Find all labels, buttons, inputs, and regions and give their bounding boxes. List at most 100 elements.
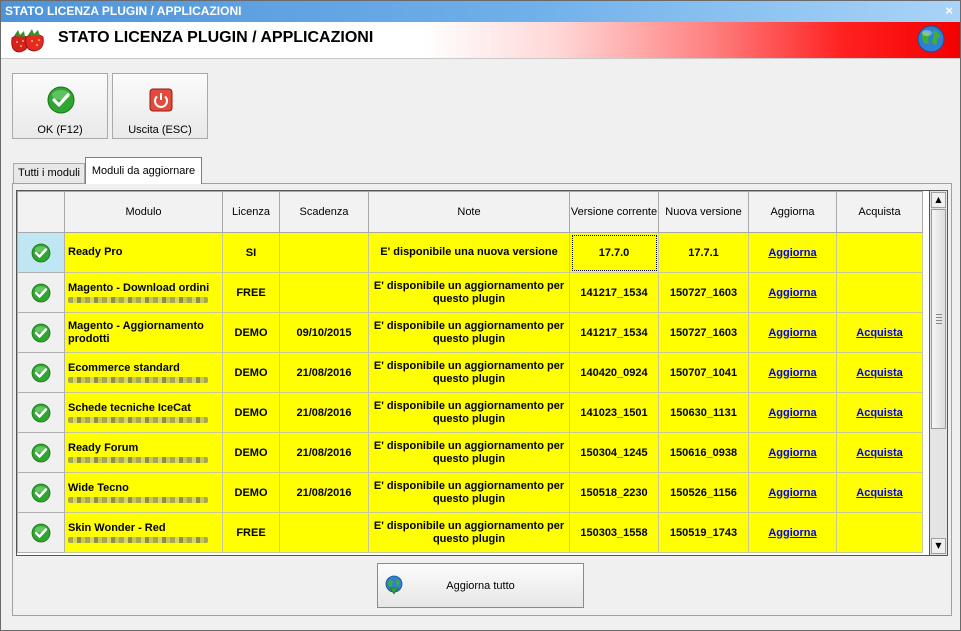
cell-versione-corrente[interactable]: 140420_0924 <box>569 352 659 393</box>
cell-acquista[interactable]: Acquista <box>836 432 923 473</box>
cell-aggiorna[interactable]: Aggiorna <box>748 232 837 273</box>
table-row[interactable]: Ready Forum DEMO 21/08/2016 E' disponibi… <box>17 432 923 473</box>
cell-note[interactable]: E' disponibile un aggiornamento per ques… <box>368 512 570 553</box>
acquista-link[interactable]: Acquista <box>856 447 902 459</box>
table-row[interactable]: Ready Pro SI E' disponibile una nuova ve… <box>17 232 923 273</box>
cell-versione-corrente[interactable]: 141217_1534 <box>569 312 659 353</box>
aggiorna-link[interactable]: Aggiorna <box>768 487 816 499</box>
header-scadenza[interactable]: Scadenza <box>279 191 369 233</box>
acquista-link[interactable]: Acquista <box>856 367 902 379</box>
cell-scadenza[interactable] <box>279 272 369 313</box>
acquista-link[interactable]: Acquista <box>856 407 902 419</box>
cell-modulo[interactable]: Skin Wonder - Red <box>64 512 223 553</box>
cell-modulo[interactable]: Magento - Aggiornamento prodotti <box>64 312 223 353</box>
cell-scadenza[interactable] <box>279 512 369 553</box>
cell-acquista[interactable] <box>836 512 923 553</box>
cell-versione-corrente[interactable]: 150303_1558 <box>569 512 659 553</box>
cell-scadenza[interactable] <box>279 232 369 273</box>
cell-acquista[interactable]: Acquista <box>836 312 923 353</box>
aggiorna-link[interactable]: Aggiorna <box>768 367 816 379</box>
close-icon[interactable]: × <box>945 3 953 18</box>
cell-nuova-versione[interactable]: 150727_1603 <box>658 312 749 353</box>
ok-button[interactable]: OK (F12) <box>12 73 108 139</box>
header-licenza[interactable]: Licenza <box>222 191 280 233</box>
header-acquista[interactable]: Acquista <box>836 191 923 233</box>
cell-note[interactable]: E' disponibile una nuova versione <box>368 232 570 273</box>
cell-nuova-versione[interactable]: 150519_1743 <box>658 512 749 553</box>
row-indicator[interactable] <box>17 272 65 313</box>
cell-note[interactable]: E' disponibile un aggiornamento per ques… <box>368 392 570 433</box>
cell-aggiorna[interactable]: Aggiorna <box>748 392 837 433</box>
cell-aggiorna[interactable]: Aggiorna <box>748 512 837 553</box>
cell-licenza[interactable]: FREE <box>222 512 280 553</box>
header-versione-corrente[interactable]: Versione corrente <box>569 191 659 233</box>
cell-note[interactable]: E' disponibile un aggiornamento per ques… <box>368 272 570 313</box>
table-row[interactable]: Wide Tecno DEMO 21/08/2016 E' disponibil… <box>17 472 923 513</box>
scroll-down-arrow-icon[interactable]: ▼ <box>931 538 946 554</box>
table-row[interactable]: Magento - Aggiornamento prodotti DEMO 09… <box>17 312 923 353</box>
cell-note[interactable]: E' disponibile un aggiornamento per ques… <box>368 472 570 513</box>
update-all-button[interactable]: Aggiorna tutto <box>377 563 584 608</box>
cell-nuova-versione[interactable]: 150727_1603 <box>658 272 749 313</box>
acquista-link[interactable]: Acquista <box>856 327 902 339</box>
aggiorna-link[interactable]: Aggiorna <box>768 247 816 259</box>
cell-scadenza[interactable]: 21/08/2016 <box>279 392 369 433</box>
table-row[interactable]: Ecommerce standard DEMO 21/08/2016 E' di… <box>17 352 923 393</box>
cell-modulo[interactable]: Magento - Download ordini <box>64 272 223 313</box>
cell-acquista[interactable] <box>836 232 923 273</box>
cell-aggiorna[interactable]: Aggiorna <box>748 312 837 353</box>
row-indicator[interactable] <box>17 312 65 353</box>
aggiorna-link[interactable]: Aggiorna <box>768 287 816 299</box>
cell-licenza[interactable]: DEMO <box>222 392 280 433</box>
cell-scadenza[interactable]: 09/10/2015 <box>279 312 369 353</box>
cell-licenza[interactable]: DEMO <box>222 352 280 393</box>
vertical-scrollbar[interactable]: ▲ ▼ <box>930 190 948 556</box>
cell-licenza[interactable]: DEMO <box>222 312 280 353</box>
cell-nuova-versione[interactable]: 150526_1156 <box>658 472 749 513</box>
tab-all-modules[interactable]: Tutti i moduli <box>13 163 85 183</box>
cell-nuova-versione[interactable]: 17.7.1 <box>658 232 749 273</box>
cell-modulo[interactable]: Ready Pro <box>64 232 223 273</box>
cell-acquista[interactable]: Acquista <box>836 392 923 433</box>
cell-modulo[interactable]: Ecommerce standard <box>64 352 223 393</box>
cell-acquista[interactable] <box>836 272 923 313</box>
header-modulo[interactable]: Modulo <box>64 191 223 233</box>
exit-button[interactable]: Uscita (ESC) <box>112 73 208 139</box>
aggiorna-link[interactable]: Aggiorna <box>768 407 816 419</box>
header-aggiorna[interactable]: Aggiorna <box>748 191 837 233</box>
cell-scadenza[interactable]: 21/08/2016 <box>279 472 369 513</box>
cell-nuova-versione[interactable]: 150707_1041 <box>658 352 749 393</box>
table-row[interactable]: Skin Wonder - Red FREE E' disponibile un… <box>17 512 923 553</box>
cell-modulo[interactable]: Schede tecniche IceCat <box>64 392 223 433</box>
cell-nuova-versione[interactable]: 150630_1131 <box>658 392 749 433</box>
cell-versione-corrente[interactable]: 17.7.0 <box>569 232 659 273</box>
scroll-thumb[interactable] <box>931 209 946 429</box>
cell-licenza[interactable]: SI <box>222 232 280 273</box>
cell-aggiorna[interactable]: Aggiorna <box>748 352 837 393</box>
cell-licenza[interactable]: FREE <box>222 272 280 313</box>
cell-modulo[interactable]: Ready Forum <box>64 432 223 473</box>
cell-aggiorna[interactable]: Aggiorna <box>748 272 837 313</box>
cell-nuova-versione[interactable]: 150616_0938 <box>658 432 749 473</box>
cell-versione-corrente[interactable]: 141023_1501 <box>569 392 659 433</box>
row-indicator[interactable] <box>17 352 65 393</box>
table-row[interactable]: Magento - Download ordini FREE E' dispon… <box>17 272 923 313</box>
cell-licenza[interactable]: DEMO <box>222 472 280 513</box>
cell-note[interactable]: E' disponibile un aggiornamento per ques… <box>368 352 570 393</box>
cell-acquista[interactable]: Acquista <box>836 472 923 513</box>
cell-note[interactable]: E' disponibile un aggiornamento per ques… <box>368 432 570 473</box>
cell-note[interactable]: E' disponibile un aggiornamento per ques… <box>368 312 570 353</box>
row-indicator[interactable] <box>17 512 65 553</box>
aggiorna-link[interactable]: Aggiorna <box>768 527 816 539</box>
cell-aggiorna[interactable]: Aggiorna <box>748 472 837 513</box>
row-indicator[interactable] <box>17 432 65 473</box>
aggiorna-link[interactable]: Aggiorna <box>768 327 816 339</box>
header-nuova-versione[interactable]: Nuova versione <box>658 191 749 233</box>
table-row[interactable]: Schede tecniche IceCat DEMO 21/08/2016 E… <box>17 392 923 433</box>
acquista-link[interactable]: Acquista <box>856 487 902 499</box>
cell-versione-corrente[interactable]: 141217_1534 <box>569 272 659 313</box>
row-indicator[interactable] <box>17 392 65 433</box>
row-indicator[interactable] <box>17 472 65 513</box>
cell-scadenza[interactable]: 21/08/2016 <box>279 432 369 473</box>
modules-grid[interactable]: Modulo Licenza Scadenza Note Versione co… <box>16 190 930 556</box>
